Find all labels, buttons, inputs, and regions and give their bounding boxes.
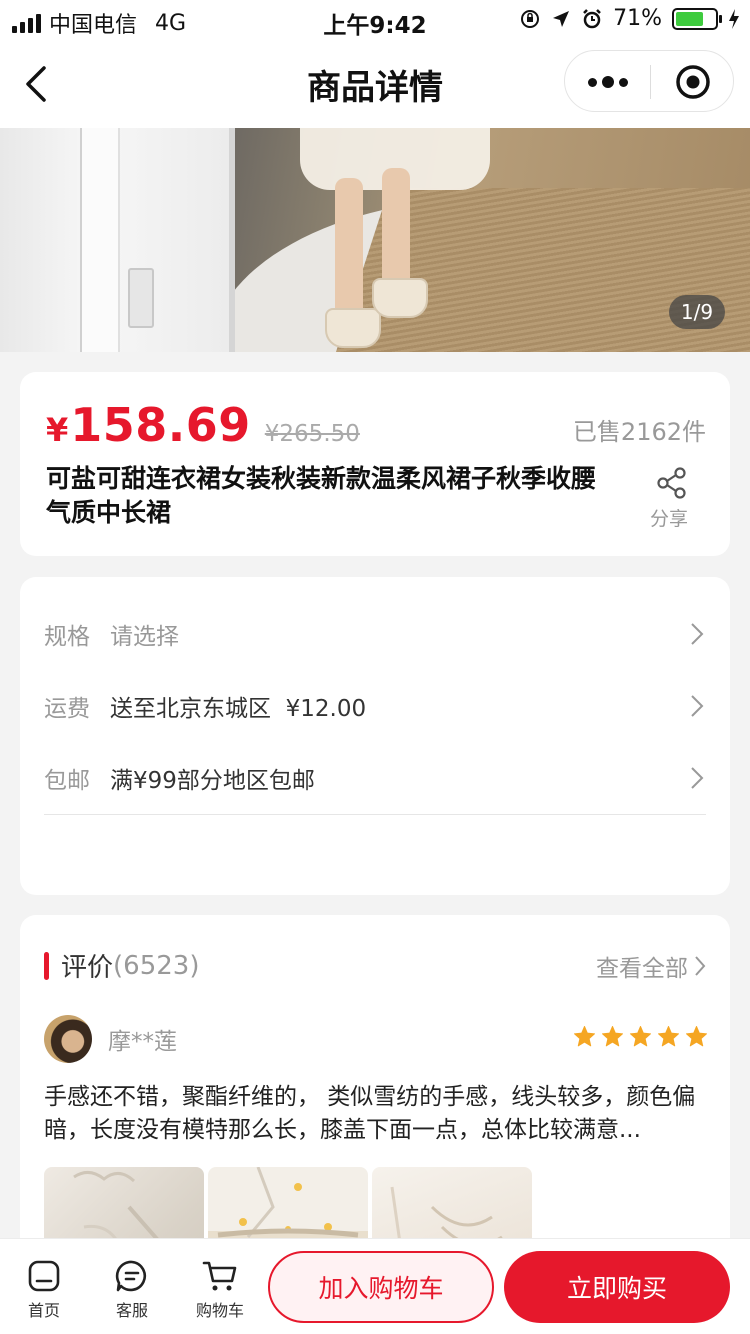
spec-card: 规格 请选择 运费 送至北京东城区 ¥12.00 包邮 满¥99部分地区包邮 [20,577,730,895]
battery-percent: 71% [613,6,662,31]
spec-row-shipping[interactable]: 运费 送至北京东城区 ¥12.00 [44,670,706,742]
spec-key: 运费 [44,696,90,722]
price-row: ¥ 158.69 ¥265.50 [46,398,360,452]
tab-cart-label: 购物车 [195,1301,244,1320]
price-card: ¥ 158.69 ¥265.50 已售2162件 可盐可甜连衣裙女装秋装新款温柔… [20,372,730,556]
chat-icon [115,1260,147,1292]
star-icon [657,1025,680,1047]
star-icon [601,1025,624,1047]
original-price: ¥265.50 [264,421,360,447]
location-icon [553,10,570,27]
reviewer: 摩**莲 [44,1015,177,1063]
spec-row-free-shipping[interactable]: 包邮 满¥99部分地区包邮 [44,742,706,814]
more-menu-icon[interactable] [565,51,651,113]
rotation-lock-icon [521,9,540,28]
buy-now-button[interactable]: 立即购买 [504,1251,730,1323]
tab-service-label: 客服 [115,1301,148,1320]
share-button[interactable]: 分享 [650,466,694,531]
spec-value: 送至北京东城区 ¥12.00 [110,696,367,722]
bottom-action-bar: 首页 客服 购物车 加入购物车 立即购买 [0,1238,750,1334]
spec-row-size[interactable]: 规格 请选择 [44,598,706,670]
shoe-left [325,308,381,348]
capsule-divider [650,65,651,99]
view-all-label: 查看全部 [596,956,688,982]
spec-divider [44,814,706,815]
cart-icon [202,1261,237,1291]
share-icon [657,467,686,499]
nav-bar: 商品详情 [0,40,750,128]
review-accent-bar [44,951,49,980]
chevron-right-icon [691,767,704,789]
tab-home[interactable]: 首页 [4,1259,84,1321]
star-icon [629,1025,652,1047]
review-text: 手感还不错，聚酯纤维的， 类似雪纺的手感，线头较多，颜色偏暗，长度没有模特那么长… [44,1084,696,1143]
tab-service[interactable]: 客服 [92,1259,172,1321]
avatar [44,1015,92,1063]
review-count: (6523) [113,950,200,981]
spec-key: 规格 [44,624,90,650]
mini-program-capsule [564,50,734,112]
share-label: 分享 [649,508,688,530]
status-right: 71% [519,6,740,31]
view-all-reviews-link[interactable]: 查看全部 [596,949,706,983]
door-shape [0,128,235,352]
charging-icon [729,8,739,29]
chevron-right-icon [691,623,704,645]
alarm-icon [583,8,601,28]
star-icon [573,1025,596,1047]
product-title: 可盐可甜连衣裙女装秋装新款温柔风裙子秋季收腰气质中长裙 [46,464,597,527]
spec-value: 满¥99部分地区包邮 [110,768,315,794]
chevron-right-icon [695,956,706,976]
spec-value: 请选择 [110,624,179,650]
image-counter: 1/9 [669,295,725,329]
home-icon [28,1260,60,1292]
current-price: 158.69 [70,398,251,452]
star-rating [573,1025,708,1048]
review-header: 评价 (6523) [44,947,199,984]
currency-symbol: ¥ [46,411,69,449]
star-icon [685,1025,708,1047]
chevron-right-icon [691,695,704,717]
product-image-carousel[interactable]: 1/9 [0,128,750,352]
add-to-cart-button[interactable]: 加入购物车 [268,1251,494,1323]
tab-home-label: 首页 [27,1301,60,1320]
review-title: 评价 [61,953,114,983]
battery-fill [676,11,703,26]
spec-key: 包邮 [44,768,90,794]
reviewer-name: 摩**莲 [108,1029,177,1055]
shoe-right [372,278,428,318]
status-bar: 中国电信 4G 上午9:42 71% [0,0,750,40]
sold-count: 已售2162件 [572,418,706,446]
leg-left [335,178,363,328]
battery-icon [672,7,722,30]
close-miniprogram-icon[interactable] [675,64,711,100]
tab-cart[interactable]: 购物车 [180,1259,260,1321]
